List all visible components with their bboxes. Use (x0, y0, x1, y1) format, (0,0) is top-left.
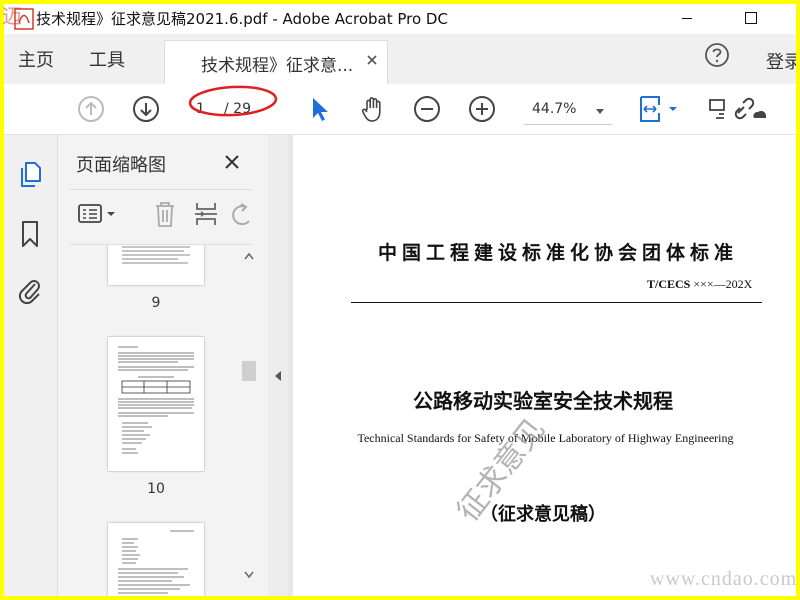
header-rule (351, 302, 762, 303)
comment-tool-icon[interactable] (706, 94, 728, 124)
help-icon[interactable] (704, 42, 730, 68)
page-thumbnails-icon[interactable] (17, 159, 43, 189)
thumbnail-label: 10 (147, 481, 165, 497)
zoom-level-dropdown[interactable]: 44.7% (524, 98, 612, 125)
tab-tools[interactable]: 工具 (89, 46, 125, 72)
tab-bar: 主页 工具 技术规程》征求意... 登录 (4, 34, 796, 85)
thumbnail-list: 9 10 (58, 245, 238, 596)
thumbnail-preview (118, 346, 194, 454)
document-title-cn: 公路移动实验室安全技术规程 (413, 389, 673, 413)
red-annotation-circle (188, 85, 278, 117)
panel-collapse-strip[interactable] (268, 135, 288, 596)
attachment-icon[interactable] (17, 275, 43, 305)
previous-page-icon[interactable] (76, 94, 106, 124)
close-panel-icon[interactable] (223, 153, 241, 171)
scrollbar-thumb[interactable] (242, 361, 256, 381)
document-tab-label: 技术规程》征求意... (201, 56, 354, 76)
scroll-up-icon[interactable] (243, 251, 255, 261)
page-thumbnail-10[interactable] (108, 337, 204, 471)
standard-code: T/CECS ×××—202X (647, 277, 752, 292)
next-page-icon[interactable] (131, 94, 161, 124)
zoom-in-icon[interactable] (467, 94, 497, 124)
page-thumbnails-panel: 页面缩略图 9 10 (58, 135, 269, 596)
thumbnail-scrollbar[interactable] (238, 245, 260, 596)
collapse-panel-icon[interactable] (273, 369, 283, 383)
select-tool-icon[interactable] (304, 94, 334, 124)
hand-tool-icon[interactable] (358, 94, 388, 124)
thumbnail-options-icon[interactable] (76, 199, 120, 229)
page-thumbnail-11[interactable] (108, 523, 204, 596)
insert-page-icon[interactable] (191, 199, 221, 229)
site-watermark: www.cndao.com (650, 568, 798, 590)
standard-code-prefix: T/CECS (647, 277, 691, 291)
sign-in-link[interactable]: 登录 (766, 48, 796, 74)
standard-code-suffix: ×××—202X (693, 277, 753, 291)
title-bar: 技术规程》征求意见稿2021.6.pdf - Adobe Acrobat Pro… (4, 4, 796, 34)
panel-title: 页面缩略图 (76, 155, 166, 176)
maximize-button[interactable] (728, 4, 774, 34)
chevron-down-icon (596, 109, 604, 114)
toolbar: 1 / 29 44.7% (4, 84, 796, 135)
bookmark-icon[interactable] (17, 219, 43, 249)
thumbnail-label: 9 (151, 295, 161, 311)
left-navigation-rail (4, 135, 58, 596)
zoom-value: 44.7% (532, 101, 577, 117)
divider (70, 189, 252, 190)
zoom-out-icon[interactable] (412, 94, 442, 124)
tab-home[interactable]: 主页 (18, 46, 54, 72)
share-link-icon[interactable] (732, 94, 766, 124)
minimize-button[interactable] (664, 4, 710, 34)
thumbnail-preview (118, 530, 194, 594)
document-view[interactable]: 中国工程建设标准化协会团体标准 T/CECS ×××—202X 公路移动实验室安… (288, 135, 796, 596)
site-logo-watermark: 迈 (2, 4, 22, 28)
close-tab-icon[interactable] (363, 51, 381, 69)
scroll-down-icon[interactable] (243, 570, 255, 580)
standard-organization-title: 中国工程建设标准化协会团体标准 (377, 242, 738, 264)
fit-page-icon[interactable] (637, 94, 681, 124)
delete-page-icon[interactable] (150, 199, 180, 229)
thumbnail-preview (122, 246, 190, 264)
tab-document[interactable]: 技术规程》征求意... (164, 40, 388, 85)
undo-icon[interactable] (230, 199, 254, 229)
acrobat-window: 技术规程》征求意见稿2021.6.pdf - Adobe Acrobat Pro… (4, 4, 796, 596)
window-title: 技术规程》征求意见稿2021.6.pdf - Adobe Acrobat Pro… (36, 10, 448, 28)
page-thumbnail-9[interactable] (108, 245, 204, 285)
pdf-page: 中国工程建设标准化协会团体标准 T/CECS ×××—202X 公路移动实验室安… (293, 135, 796, 596)
